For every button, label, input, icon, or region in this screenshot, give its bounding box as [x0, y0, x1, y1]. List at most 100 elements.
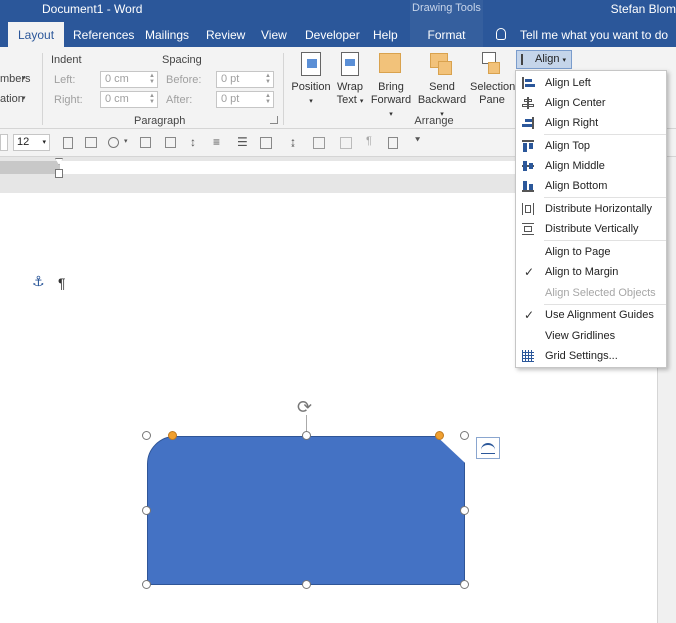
menu-item-align-to-page[interactable]: Align to Page [516, 242, 666, 262]
selection-pane-button[interactable]: Selection Pane [470, 51, 516, 107]
hanging-indent-marker[interactable] [55, 169, 63, 178]
color-picker-icon[interactable] [108, 137, 119, 148]
user-name[interactable]: Stefan Blom [611, 2, 676, 16]
resize-handle-top[interactable] [302, 431, 311, 440]
align-label: Align [535, 53, 560, 65]
tab-review[interactable]: Review [206, 28, 245, 42]
menu-label: Use Alignment Guides [545, 309, 654, 321]
spinner-arrows-icon[interactable]: ▲ ▼ [265, 73, 271, 86]
align-middle-icon [522, 160, 534, 172]
spinner-arrows-icon[interactable]: ▲ ▼ [265, 93, 271, 106]
shape-outline-icon[interactable] [313, 137, 325, 149]
selection-pane-label-1: Selection [470, 81, 516, 93]
position-icon [299, 51, 323, 77]
lightbulb-icon [496, 28, 506, 40]
spacing-title: Spacing [162, 54, 202, 66]
font-name-box-partial[interactable] [0, 134, 8, 151]
line-spacing-icon[interactable]: ↨ [290, 135, 296, 149]
bring-forward-label-2: Forward [370, 94, 412, 106]
dropdown-arrow-icon: ▾ [22, 95, 26, 102]
bring-forward-button[interactable]: Bring Forward ▾ [368, 51, 414, 121]
tab-developer[interactable]: Developer [305, 28, 360, 42]
adjust-handle-snip[interactable] [435, 431, 444, 440]
indent-right-value: 0 cm [105, 93, 129, 105]
resize-handle-top-right[interactable] [460, 431, 469, 440]
pilcrow-toggle-icon[interactable]: ¶ [366, 135, 372, 147]
indent-left-spinner[interactable]: 0 cm ▲ ▼ [100, 71, 158, 88]
menu-item-align-left[interactable]: Align Left [516, 73, 666, 93]
paragraph-group-label: Paragraph [134, 115, 186, 127]
menu-separator [544, 240, 666, 241]
list-icon[interactable]: ☰ [237, 135, 248, 149]
numbering-icon[interactable]: ≡ [213, 135, 220, 149]
menu-item-distribute-horizontally[interactable]: Distribute Horizontally [516, 199, 666, 219]
resize-handle-bottom-right[interactable] [460, 580, 469, 589]
wrap-text-button[interactable]: Wrap Text ▾ [334, 51, 366, 108]
menu-label: Distribute Horizontally [545, 203, 652, 215]
dropdown-arrow-icon: ▾ [22, 75, 26, 82]
menu-item-use-alignment-guides[interactable]: ✓ Use Alignment Guides [516, 305, 666, 325]
indent-left-label: Left: [54, 74, 76, 86]
menu-item-align-to-margin[interactable]: ✓ Align to Margin [516, 262, 666, 282]
resize-handle-bottom-left[interactable] [142, 580, 151, 589]
hyphenation-partial[interactable]: ation [0, 93, 24, 105]
menu-item-align-right[interactable]: Align Right [516, 113, 666, 133]
anchor-icon[interactable]: ⚓ [32, 273, 45, 290]
tab-references[interactable]: References [73, 28, 134, 42]
shape-effect-icon[interactable] [340, 137, 352, 149]
menu-label: Distribute Vertically [545, 223, 639, 235]
tab-format[interactable]: Format [410, 22, 483, 47]
menu-label: View Gridlines [545, 330, 616, 342]
rounded-rectangle-shape[interactable] [147, 436, 465, 585]
adjust-handle-corner[interactable] [168, 431, 177, 440]
tab-help[interactable]: Help [373, 28, 398, 42]
menu-item-align-center[interactable]: Align Center [516, 93, 666, 113]
resize-handle-bottom[interactable] [302, 580, 311, 589]
align-center-icon [522, 97, 534, 109]
indent-right-spinner[interactable]: 0 cm ▲ ▼ [100, 91, 158, 108]
menu-item-grid-settings[interactable]: Grid Settings... [516, 346, 666, 366]
resize-handle-right[interactable] [460, 506, 469, 515]
spacing-before-spinner[interactable]: 0 pt ▲ ▼ [216, 71, 274, 88]
bring-forward-label-1: Bring [378, 81, 404, 93]
page-icon[interactable] [63, 137, 73, 149]
spacing-after-spinner[interactable]: 0 pt ▲ ▼ [216, 91, 274, 108]
send-backward-button[interactable]: Send Backward ▾ [416, 51, 468, 121]
frame-icon[interactable] [260, 137, 272, 149]
menu-item-view-gridlines[interactable]: View Gridlines [516, 326, 666, 346]
menu-label: Align Right [545, 117, 599, 129]
spinner-arrows-icon[interactable]: ▲ ▼ [149, 73, 155, 86]
paragraph-mark: ¶ [58, 275, 66, 291]
tab-view[interactable]: View [261, 28, 287, 42]
position-button[interactable]: Position ▾ [290, 51, 332, 108]
new-page-icon[interactable] [388, 137, 398, 149]
menu-separator [544, 134, 666, 135]
send-backward-icon [430, 51, 454, 77]
layout-options-icon[interactable] [476, 437, 500, 459]
align-right-icon [522, 117, 534, 129]
indent-title: Indent [51, 54, 82, 66]
font-size-box[interactable]: 12 ▾ [13, 134, 50, 151]
wrap-text-label-1: Wrap [336, 81, 364, 93]
table-icon[interactable] [140, 137, 151, 148]
spinner-arrows-icon[interactable]: ▲ ▼ [149, 93, 155, 106]
resize-handle-left[interactable] [142, 506, 151, 515]
ribbon-tab-bar: Layout References Mailings Review View D… [0, 22, 676, 47]
menu-item-distribute-vertically[interactable]: Distribute Vertically [516, 219, 666, 239]
menu-label: Align to Page [545, 246, 611, 258]
paragraph-dialog-launcher-icon[interactable] [270, 116, 278, 124]
tab-layout[interactable]: Layout [8, 22, 65, 47]
rotate-handle-icon[interactable]: ⟳ [297, 397, 317, 417]
menu-item-align-middle[interactable]: Align Middle [516, 156, 666, 176]
grid-align-icon[interactable] [165, 137, 176, 148]
distribute-vertically-icon [522, 223, 534, 235]
resize-handle-top-left[interactable] [142, 431, 151, 440]
tab-mailings[interactable]: Mailings [145, 28, 189, 42]
picture-icon[interactable] [85, 137, 97, 148]
menu-item-align-top[interactable]: Align Top [516, 136, 666, 156]
menu-item-align-bottom[interactable]: Align Bottom [516, 176, 666, 196]
align-button[interactable]: Align ▾ [516, 50, 572, 69]
customize-toolbar-icon[interactable]: ⯆ [414, 135, 421, 146]
sort-icon[interactable]: ↕ [190, 135, 196, 149]
dropdown-arrow-icon[interactable]: ▾ [124, 137, 128, 145]
